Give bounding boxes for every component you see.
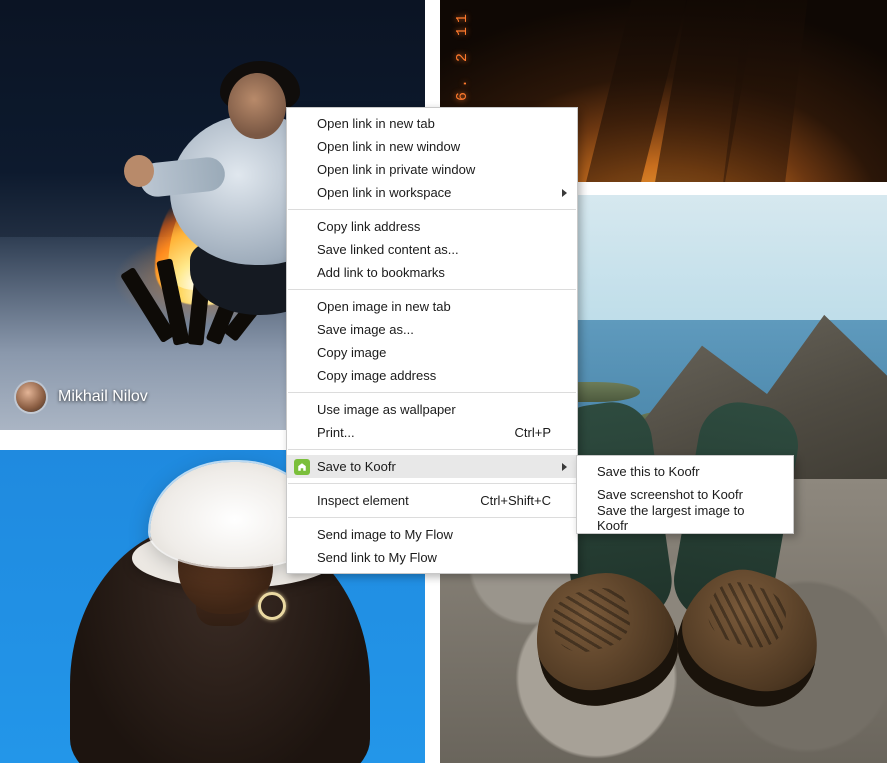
submenu-item-save-largest-image-to-koofr[interactable]: Save the largest image to Koofr (577, 506, 793, 529)
menu-item-label: Save the largest image to Koofr (597, 503, 777, 533)
menu-item-label: Inspect element (317, 493, 409, 508)
uploader-badge[interactable]: Mikhail Nilov (16, 382, 148, 412)
menu-item-label: Copy image (317, 345, 386, 360)
menu-item-add-link-to-bookmarks[interactable]: Add link to bookmarks (287, 261, 577, 284)
menu-item-label: Open link in new window (317, 139, 460, 154)
menu-item-label: Send link to My Flow (317, 550, 437, 565)
menu-item-open-link-new-window[interactable]: Open link in new window (287, 135, 577, 158)
menu-item-label: Open image in new tab (317, 299, 451, 314)
menu-item-print[interactable]: Print... Ctrl+P (287, 421, 577, 444)
menu-item-save-linked-content-as[interactable]: Save linked content as... (287, 238, 577, 261)
menu-item-label: Save this to Koofr (597, 464, 700, 479)
photo-earring (258, 592, 286, 620)
menu-item-label: Save screenshot to Koofr (597, 487, 743, 502)
menu-item-open-link-workspace[interactable]: Open link in workspace (287, 181, 577, 204)
menu-item-label: Copy image address (317, 368, 436, 383)
menu-item-open-link-new-tab[interactable]: Open link in new tab (287, 112, 577, 135)
menu-item-copy-image-address[interactable]: Copy image address (287, 364, 577, 387)
menu-item-label: Save to Koofr (317, 459, 396, 474)
menu-item-label: Save image as... (317, 322, 414, 337)
menu-item-label: Open link in new tab (317, 116, 435, 131)
menu-item-open-image-new-tab[interactable]: Open image in new tab (287, 295, 577, 318)
koofr-submenu: Save this to Koofr Save screenshot to Ko… (576, 455, 794, 534)
menu-item-send-image-my-flow[interactable]: Send image to My Flow (287, 523, 577, 546)
menu-item-send-link-my-flow[interactable]: Send link to My Flow (287, 546, 577, 569)
uploader-name[interactable]: Mikhail Nilov (58, 388, 148, 406)
submenu-item-save-this-to-koofr[interactable]: Save this to Koofr (577, 460, 793, 483)
menu-separator (288, 517, 576, 518)
menu-separator (288, 209, 576, 210)
menu-item-use-image-as-wallpaper[interactable]: Use image as wallpaper (287, 398, 577, 421)
uploader-avatar[interactable] (16, 382, 46, 412)
menu-item-label: Open link in workspace (317, 185, 451, 200)
menu-item-save-to-koofr[interactable]: Save to Koofr (287, 455, 577, 478)
koofr-icon (294, 459, 310, 475)
menu-item-open-link-private-window[interactable]: Open link in private window (287, 158, 577, 181)
menu-item-label: Send image to My Flow (317, 527, 453, 542)
menu-item-copy-image[interactable]: Copy image (287, 341, 577, 364)
menu-separator (288, 449, 576, 450)
menu-separator (288, 289, 576, 290)
menu-item-shortcut: Ctrl+P (515, 425, 551, 440)
film-timestamp-overlay: 6. 2 11 (454, 10, 471, 101)
menu-item-shortcut: Ctrl+Shift+C (480, 493, 551, 508)
context-menu: Open link in new tab Open link in new wi… (286, 107, 578, 574)
menu-item-label: Open link in private window (317, 162, 475, 177)
menu-item-label: Use image as wallpaper (317, 402, 456, 417)
menu-separator (288, 483, 576, 484)
menu-item-save-image-as[interactable]: Save image as... (287, 318, 577, 341)
menu-item-label: Copy link address (317, 219, 420, 234)
menu-item-inspect-element[interactable]: Inspect element Ctrl+Shift+C (287, 489, 577, 512)
menu-separator (288, 392, 576, 393)
menu-item-label: Add link to bookmarks (317, 265, 445, 280)
menu-item-label: Print... (317, 425, 355, 440)
menu-item-label: Save linked content as... (317, 242, 459, 257)
menu-item-copy-link-address[interactable]: Copy link address (287, 215, 577, 238)
